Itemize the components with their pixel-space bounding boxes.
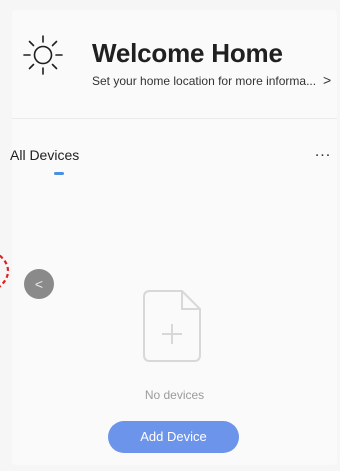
- home-location-link[interactable]: Set your home location for more informa.…: [92, 74, 317, 88]
- add-device-button[interactable]: Add Device: [108, 421, 239, 453]
- empty-state-text: No devices: [144, 388, 205, 402]
- page-title: Welcome Home: [92, 38, 283, 68]
- header-divider: [12, 118, 337, 119]
- more-options-button[interactable]: ...: [312, 144, 334, 164]
- collapse-handle-icon[interactable]: [0, 246, 10, 296]
- home-panel: Welcome Home Set your home location for …: [10, 10, 337, 465]
- chevron-right-icon[interactable]: >: [323, 72, 331, 88]
- welcome-header: Welcome Home Set your home location for …: [12, 10, 337, 90]
- tab-all-devices[interactable]: All Devices: [10, 147, 79, 163]
- add-file-icon: [143, 290, 201, 362]
- sun-icon: [23, 35, 63, 75]
- tab-active-indicator: [54, 172, 64, 175]
- collapse-button[interactable]: <: [24, 269, 54, 299]
